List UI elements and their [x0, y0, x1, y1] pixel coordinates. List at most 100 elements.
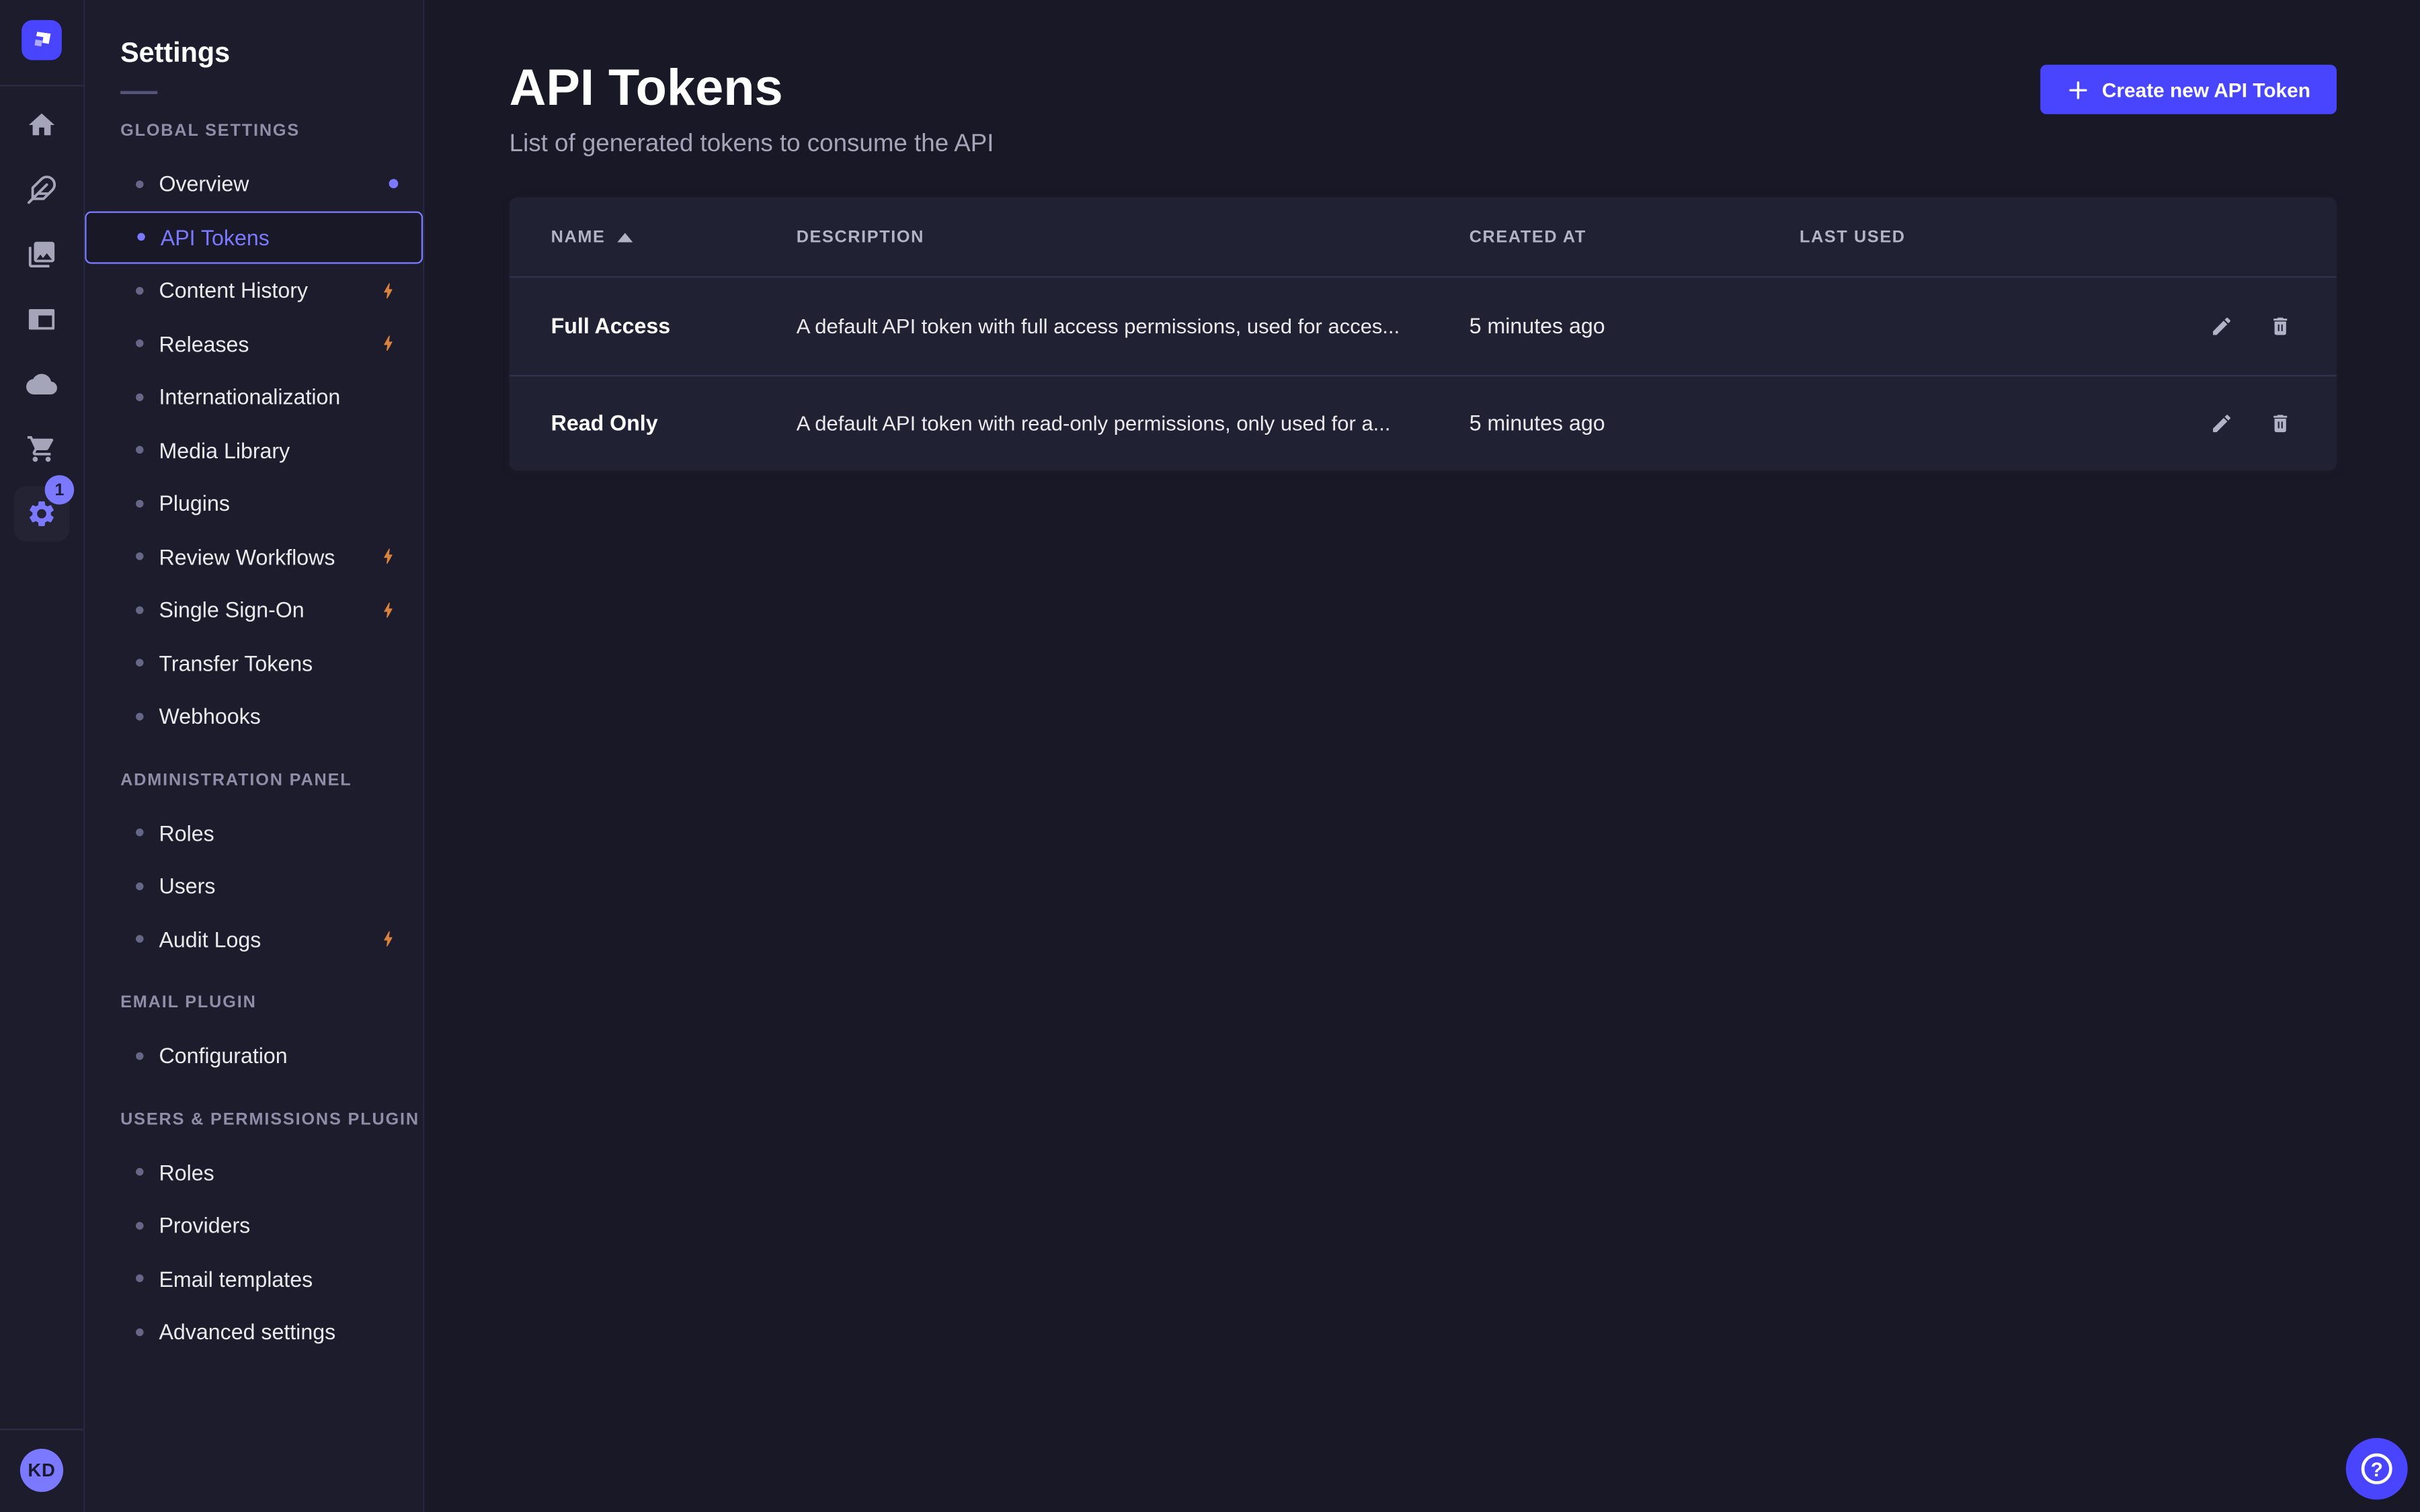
bullet-icon: [136, 659, 143, 667]
column-header-description: DESCRIPTION: [797, 228, 1469, 247]
rail-item-settings[interactable]: 1: [0, 481, 83, 546]
section-heading-global-settings: GLOBAL SETTINGS: [120, 122, 423, 143]
bullet-icon: [136, 1328, 143, 1335]
rail-item-cloud[interactable]: [0, 351, 83, 416]
token-description: A default API token with full access per…: [797, 314, 1469, 337]
question-mark-icon: ?: [2362, 1454, 2392, 1484]
sidebar-item-api-tokens[interactable]: API Tokens: [85, 210, 423, 263]
sidebar-item-content-history[interactable]: Content History: [85, 264, 423, 317]
bullet-icon: [136, 180, 143, 187]
notification-dot-icon: [389, 179, 399, 189]
rail-bottom-divider: [0, 1429, 83, 1430]
sidebar-item-audit-logs[interactable]: Audit Logs: [85, 913, 423, 966]
column-header-last-used: LAST USED: [1800, 228, 2185, 247]
table-row-read-only[interactable]: Read Only A default API token with read-…: [510, 374, 2337, 470]
bullet-icon: [136, 712, 143, 720]
main-nav-rail: 1 KD: [0, 0, 83, 1512]
token-name: Full Access: [551, 314, 797, 339]
bullet-icon: [136, 393, 143, 401]
layout-window-icon: [26, 304, 57, 335]
main-content: API Tokens List of generated tokens to c…: [426, 0, 2420, 1512]
sidebar-item-up-roles[interactable]: Roles: [85, 1146, 423, 1199]
bullet-icon: [136, 553, 143, 560]
bullet-icon: [136, 1169, 143, 1176]
sidebar-item-email-configuration[interactable]: Configuration: [85, 1029, 423, 1082]
token-created-at: 5 minutes ago: [1469, 411, 1800, 435]
sidebar-item-admin-users[interactable]: Users: [85, 859, 423, 913]
user-avatar[interactable]: KD: [20, 1449, 63, 1492]
rail-item-content[interactable]: [0, 157, 83, 222]
bullet-icon: [136, 340, 143, 347]
create-api-token-button[interactable]: Create new API Token: [2040, 65, 2337, 114]
create-api-token-label: Create new API Token: [2102, 78, 2310, 101]
sidebar-item-overview[interactable]: Overview: [85, 157, 423, 210]
bullet-icon: [136, 606, 143, 614]
help-button[interactable]: ?: [2346, 1438, 2408, 1500]
lightning-icon: [378, 600, 398, 620]
page-title: API Tokens: [510, 62, 994, 113]
token-description: A default API token with read-only permi…: [797, 411, 1469, 434]
images-icon: [26, 239, 57, 270]
column-header-name[interactable]: NAME: [551, 228, 797, 247]
sidebar-item-internationalization[interactable]: Internationalization: [85, 370, 423, 423]
settings-active-box: 1: [14, 486, 70, 542]
strapi-admin-app: 1 KD Settings GLOBAL SETTINGS Overview A…: [0, 0, 2420, 1512]
strapi-logo[interactable]: [22, 20, 62, 60]
page-header: API Tokens List of generated tokens to c…: [510, 0, 2337, 159]
sidebar-item-webhooks[interactable]: Webhooks: [85, 689, 423, 743]
sidebar-title: Settings: [85, 0, 423, 69]
shopping-cart-icon: [26, 433, 57, 464]
lightning-icon: [378, 929, 398, 950]
lightning-icon: [378, 333, 398, 353]
sidebar-item-plugins[interactable]: Plugins: [85, 476, 423, 530]
sidebar-title-divider: [120, 91, 157, 94]
trash-icon: [2269, 314, 2292, 337]
sidebar-item-media-library[interactable]: Media Library: [85, 423, 423, 476]
sidebar-item-providers[interactable]: Providers: [85, 1199, 423, 1252]
edit-token-button[interactable]: [2207, 311, 2236, 341]
table-header-row: NAME DESCRIPTION CREATED AT LAST USED: [510, 198, 2337, 278]
section-heading-users-permissions-plugin: USERS & PERMISSIONS PLUGIN: [120, 1110, 423, 1132]
rail-item-marketplace[interactable]: [0, 417, 83, 481]
trash-icon: [2269, 411, 2292, 434]
bullet-icon: [137, 233, 145, 241]
column-header-created-at: CREATED AT: [1469, 228, 1800, 247]
cloud-icon: [26, 369, 57, 400]
pencil-icon: [2210, 314, 2233, 337]
bullet-icon: [136, 499, 143, 507]
sidebar-item-single-sign-on[interactable]: Single Sign-On: [85, 583, 423, 636]
section-heading-administration-panel: ADMINISTRATION PANEL: [120, 771, 423, 792]
plus-icon: [2066, 78, 2089, 101]
lightning-icon: [378, 280, 398, 300]
sidebar-item-advanced-settings[interactable]: Advanced settings: [85, 1305, 423, 1358]
sidebar-item-email-templates[interactable]: Email templates: [85, 1252, 423, 1305]
bullet-icon: [136, 935, 143, 943]
bullet-icon: [136, 1222, 143, 1229]
delete-token-button[interactable]: [2265, 311, 2295, 341]
lightning-icon: [378, 546, 398, 566]
token-created-at: 5 minutes ago: [1469, 314, 1800, 339]
table-row-full-access[interactable]: Full Access A default API token with ful…: [510, 278, 2337, 374]
delete-token-button[interactable]: [2265, 409, 2295, 438]
section-heading-email-plugin: EMAIL PLUGIN: [120, 994, 423, 1015]
settings-notification-badge: 1: [45, 475, 75, 505]
edit-token-button[interactable]: [2207, 409, 2236, 438]
sidebar-item-review-workflows[interactable]: Review Workflows: [85, 530, 423, 583]
strapi-logo-icon: [26, 25, 57, 56]
bullet-icon: [136, 1052, 143, 1059]
bullet-icon: [136, 829, 143, 836]
bullet-icon: [136, 286, 143, 294]
feather-icon: [26, 174, 57, 205]
rail-item-home[interactable]: [0, 93, 83, 157]
bullet-icon: [136, 446, 143, 454]
rail-divider: [0, 85, 83, 86]
sidebar-item-admin-roles[interactable]: Roles: [85, 806, 423, 859]
sort-ascending-icon: [618, 233, 633, 242]
sidebar-item-releases[interactable]: Releases: [85, 317, 423, 370]
page-subtitle: List of generated tokens to consume the …: [510, 131, 994, 159]
rail-item-content-manager[interactable]: [0, 287, 83, 351]
rail-item-media[interactable]: [0, 222, 83, 287]
home-icon: [26, 110, 57, 140]
api-tokens-table-card: NAME DESCRIPTION CREATED AT LAST USED Fu…: [510, 198, 2337, 470]
sidebar-item-transfer-tokens[interactable]: Transfer Tokens: [85, 636, 423, 689]
